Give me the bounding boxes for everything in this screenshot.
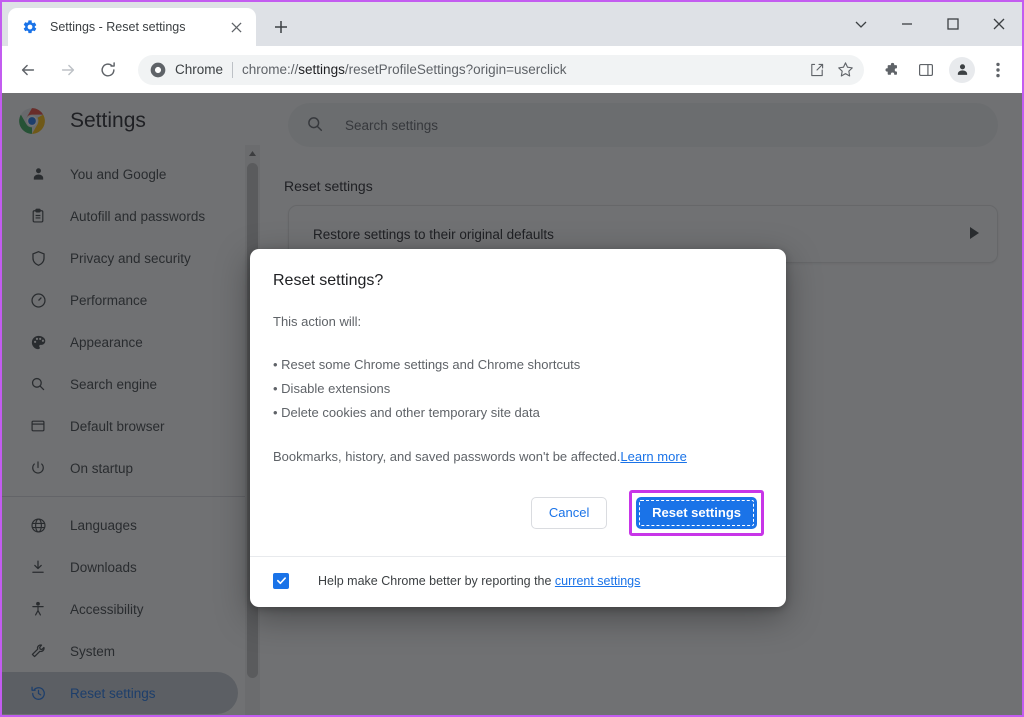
chevron-down-icon[interactable]	[838, 2, 884, 46]
share-icon[interactable]	[804, 57, 830, 83]
dialog-note: Bookmarks, history, and saved passwords …	[273, 449, 763, 464]
star-icon[interactable]	[832, 57, 858, 83]
reset-settings-highlight: Reset settings	[629, 490, 764, 536]
footer-label: Help make Chrome better by reporting the	[318, 574, 555, 588]
address-bar[interactable]: Chrome chrome://settings/resetProfileSet…	[138, 55, 864, 85]
browser-window: Settings - Reset settings	[0, 0, 1024, 717]
omnibox-chip: Chrome	[175, 62, 223, 77]
tab-title: Settings - Reset settings	[50, 20, 226, 34]
dialog-bullet-list: • Reset some Chrome settings and Chrome …	[273, 353, 763, 425]
browser-tab[interactable]: Settings - Reset settings	[8, 8, 256, 46]
forward-button[interactable]	[52, 54, 84, 86]
cancel-button[interactable]: Cancel	[531, 497, 607, 529]
profile-button[interactable]	[946, 54, 978, 86]
side-panel-button[interactable]	[910, 54, 942, 86]
window-controls	[838, 2, 1022, 46]
dialog-footer: Help make Chrome better by reporting the…	[250, 556, 786, 607]
browser-toolbar: Chrome chrome://settings/resetProfileSet…	[2, 46, 1022, 93]
dialog-body: Reset settings? This action will: • Rese…	[250, 249, 786, 464]
dialog-note-text: Bookmarks, history, and saved passwords …	[273, 449, 620, 464]
maximize-icon[interactable]	[930, 2, 976, 46]
omnibox-divider	[232, 62, 233, 78]
dialog-bullet: • Disable extensions	[273, 377, 763, 401]
tab-strip: Settings - Reset settings	[2, 2, 1022, 46]
settings-gear-icon	[22, 19, 38, 35]
back-button[interactable]	[12, 54, 44, 86]
extensions-button[interactable]	[874, 54, 906, 86]
dialog-actions: Cancel Reset settings	[250, 464, 786, 556]
reset-settings-dialog: Reset settings? This action will: • Rese…	[250, 249, 786, 607]
new-tab-button[interactable]	[266, 12, 296, 42]
three-dot-menu-button[interactable]	[982, 54, 1014, 86]
reload-button[interactable]	[92, 54, 124, 86]
avatar	[949, 57, 975, 83]
dialog-bullet: • Delete cookies and other temporary sit…	[273, 401, 763, 425]
dialog-bullet: • Reset some Chrome settings and Chrome …	[273, 353, 763, 377]
reset-settings-confirm-button[interactable]: Reset settings	[636, 497, 757, 529]
close-window-icon[interactable]	[976, 2, 1022, 46]
learn-more-link[interactable]: Learn more	[620, 449, 686, 464]
current-settings-link[interactable]: current settings	[555, 574, 640, 588]
dialog-intro: This action will:	[273, 314, 763, 329]
chrome-logo-icon	[150, 62, 166, 78]
footer-text: Help make Chrome better by reporting the…	[318, 574, 640, 588]
dialog-title: Reset settings?	[273, 271, 763, 292]
omnibox-actions	[802, 57, 858, 83]
close-tab-icon[interactable]	[226, 17, 246, 37]
omnibox-url: chrome://settings/resetProfileSettings?o…	[242, 62, 802, 77]
report-settings-checkbox[interactable]	[273, 573, 289, 589]
minimize-icon[interactable]	[884, 2, 930, 46]
